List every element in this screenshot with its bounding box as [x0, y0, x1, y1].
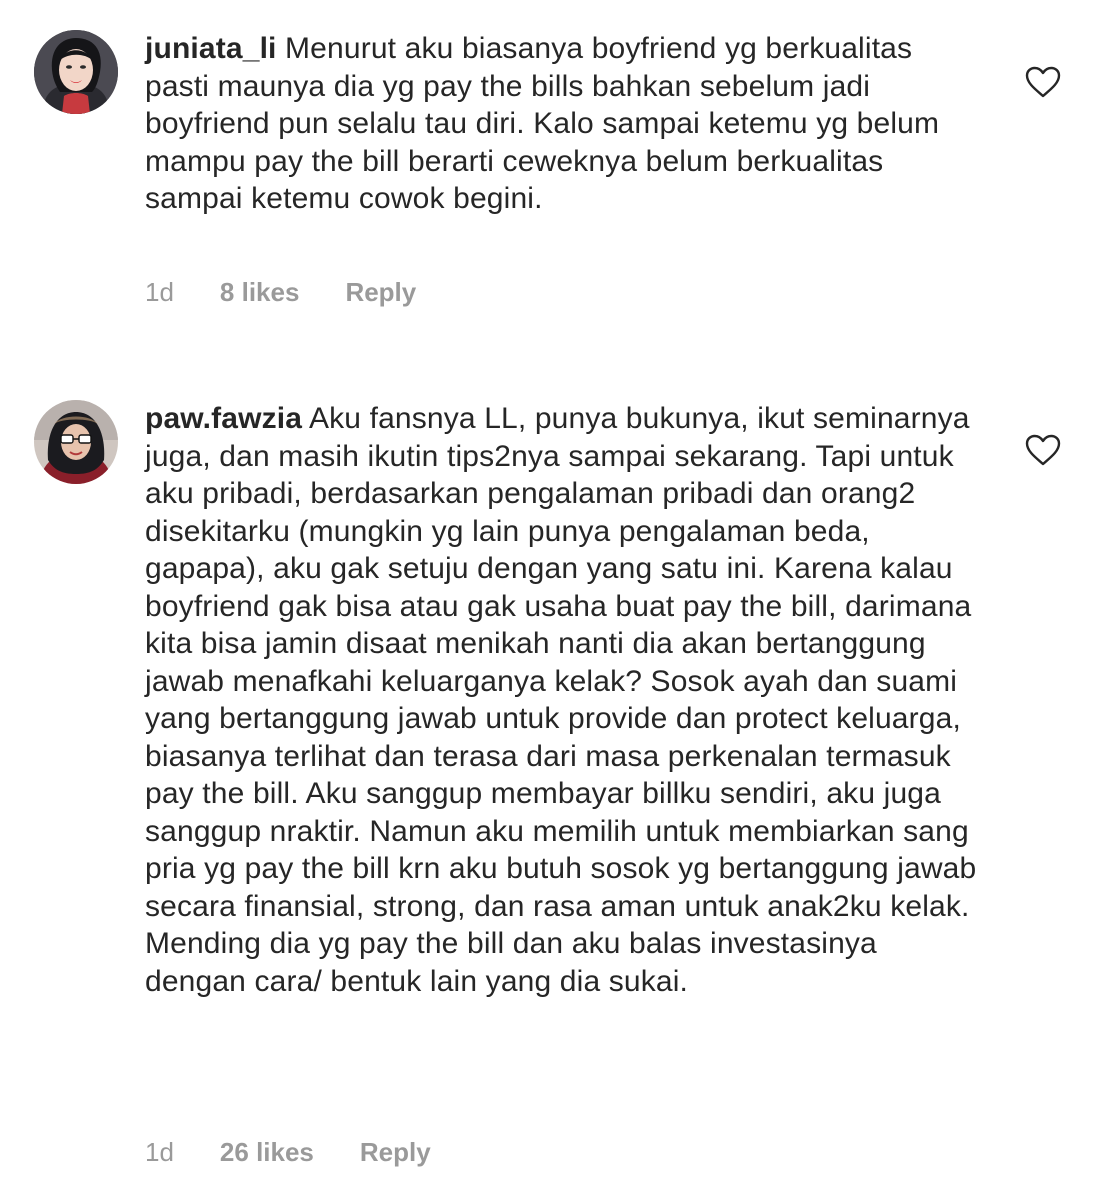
- heart-outline-icon[interactable]: [1025, 434, 1061, 466]
- comment-likes-count[interactable]: 8 likes: [220, 277, 300, 308]
- comment-body: juniata_li Menurut aku biasanya boyfrien…: [145, 30, 980, 218]
- comment-likes-count[interactable]: 26 likes: [220, 1137, 314, 1168]
- comment-meta: 1d 26 likes Reply: [145, 1137, 431, 1168]
- comment-username[interactable]: juniata_li: [145, 32, 277, 65]
- comment-timestamp[interactable]: 1d: [145, 277, 174, 308]
- profile-avatar-icon: [34, 30, 118, 114]
- comment-meta: 1d 8 likes Reply: [145, 277, 416, 308]
- comment-body: paw.fawzia Aku fansnya LL, punya bukunya…: [145, 400, 980, 1000]
- comment-timestamp[interactable]: 1d: [145, 1137, 174, 1168]
- comment-text: Aku fansnya LL, punya bukunya, ikut semi…: [145, 402, 977, 998]
- heart-outline-icon[interactable]: [1025, 66, 1061, 98]
- avatar[interactable]: [34, 30, 118, 114]
- avatar[interactable]: [34, 400, 118, 484]
- comment-username[interactable]: paw.fawzia: [145, 402, 302, 435]
- reply-button[interactable]: Reply: [360, 1137, 431, 1168]
- reply-button[interactable]: Reply: [345, 277, 416, 308]
- profile-avatar-icon: [34, 400, 118, 484]
